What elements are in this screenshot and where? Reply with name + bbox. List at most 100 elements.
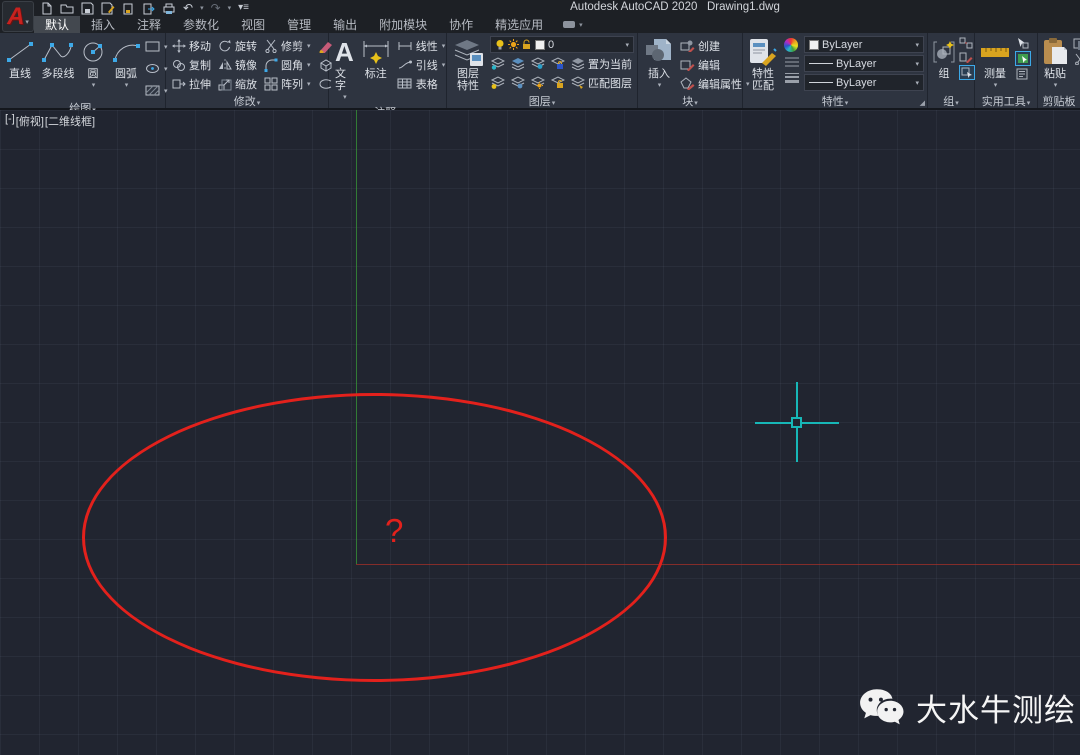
object-color-dropdown[interactable]: ByLayer ▾ bbox=[804, 36, 924, 53]
rotate-button[interactable]: 旋转 bbox=[218, 36, 257, 55]
text-button[interactable]: A 文字 bbox=[334, 36, 355, 104]
panel-label-block[interactable]: 块 bbox=[638, 93, 742, 108]
redo-dropdown-icon[interactable]: ▾ bbox=[228, 4, 232, 12]
panel-label-properties[interactable]: 特性 bbox=[743, 93, 927, 108]
rectangle-button[interactable] bbox=[145, 37, 168, 56]
layer-unlock-icon[interactable] bbox=[550, 76, 565, 89]
ribbon-display-toggle[interactable]: ▾ bbox=[554, 16, 591, 33]
edit-attributes-button[interactable]: 编辑属性 bbox=[680, 74, 750, 93]
panel-label-modify[interactable]: 修改 bbox=[166, 93, 328, 108]
panel-label-utilities[interactable]: 实用工具 bbox=[975, 93, 1037, 108]
scale-button[interactable]: 缩放 bbox=[218, 74, 257, 93]
tab-default[interactable]: 默认 bbox=[34, 16, 80, 33]
tab-output[interactable]: 输出 bbox=[322, 16, 368, 33]
dimension-button[interactable]: 标注 bbox=[359, 36, 393, 104]
save-icon[interactable] bbox=[81, 2, 94, 15]
linear-dimension-button[interactable]: 线性 bbox=[397, 36, 446, 55]
undo-icon[interactable]: ↶ bbox=[183, 2, 193, 14]
match-properties-button[interactable]: 特性 匹配 bbox=[746, 36, 780, 93]
create-block-button[interactable]: 创建 bbox=[680, 36, 750, 55]
group-button[interactable]: 组 bbox=[931, 36, 957, 93]
autocad-app-menu-button[interactable]: A ▾ bbox=[2, 1, 34, 32]
export-icon[interactable] bbox=[142, 2, 155, 15]
visual-style-control[interactable]: [二维线框] bbox=[45, 113, 95, 129]
save-as-icon[interactable] bbox=[101, 2, 115, 15]
plot-icon[interactable] bbox=[122, 2, 135, 15]
leader-button[interactable]: 引线 bbox=[397, 55, 446, 74]
array-button[interactable]: 阵列 bbox=[264, 74, 311, 93]
trim-button[interactable]: 修剪 bbox=[264, 36, 311, 55]
panel-label-groups[interactable]: 组 bbox=[928, 93, 974, 108]
leader-icon bbox=[397, 60, 413, 70]
layer-lock-icon[interactable] bbox=[550, 57, 565, 70]
table-button[interactable]: 表格 bbox=[397, 74, 446, 93]
layer-freeze-icon[interactable] bbox=[530, 57, 545, 70]
redo-icon[interactable]: ↷ bbox=[211, 2, 221, 14]
tab-addins[interactable]: 附加模块 bbox=[368, 16, 438, 33]
quick-select-icon[interactable] bbox=[1015, 51, 1031, 66]
color-swatch bbox=[535, 40, 545, 50]
layer-off-icon[interactable] bbox=[490, 57, 505, 70]
color-wheel-icon[interactable] bbox=[784, 38, 798, 52]
panel-label-layers[interactable]: 图层 bbox=[447, 93, 637, 108]
ellipse-button[interactable] bbox=[145, 59, 168, 78]
layer-thaw-icon[interactable] bbox=[510, 76, 525, 89]
tab-featured-apps[interactable]: 精选应用 bbox=[484, 16, 554, 33]
tab-annotate[interactable]: 注释 bbox=[126, 16, 172, 33]
chevron-down-icon: ▾ bbox=[579, 21, 583, 29]
match-layer-button[interactable]: 匹配图层 bbox=[570, 73, 632, 92]
tab-manage[interactable]: 管理 bbox=[276, 16, 322, 33]
fillet-button[interactable]: 圆角 bbox=[264, 55, 311, 74]
linetype-sample bbox=[809, 63, 833, 64]
tab-parametric[interactable]: 参数化 bbox=[172, 16, 230, 33]
copy-clip-icon[interactable] bbox=[1073, 38, 1080, 50]
layer-properties-button[interactable]: 图层 特性 bbox=[450, 36, 486, 93]
polyline-button[interactable]: 多段线 bbox=[39, 36, 77, 100]
paste-button[interactable]: 粘贴 bbox=[1041, 36, 1069, 93]
circle-button[interactable]: 圆 bbox=[79, 36, 107, 100]
edit-block-button[interactable]: 编辑 bbox=[680, 55, 750, 74]
qat-customize-icon[interactable]: ▾≡ bbox=[238, 2, 249, 14]
set-current-button[interactable]: 置为当前 bbox=[570, 54, 632, 73]
stretch-button[interactable]: 拉伸 bbox=[172, 74, 211, 93]
copy-button[interactable]: 复制 bbox=[172, 55, 211, 74]
line-button[interactable]: 直线 bbox=[3, 36, 37, 100]
arc-button[interactable]: 圆弧 bbox=[109, 36, 143, 100]
hatch-button[interactable] bbox=[145, 81, 168, 100]
tab-insert[interactable]: 插入 bbox=[80, 16, 126, 33]
rectangle-icon bbox=[145, 41, 160, 52]
dialog-launcher-icon[interactable]: ◢ bbox=[920, 99, 925, 107]
linetype-dropdown[interactable]: ByLayer ▾ bbox=[804, 55, 924, 72]
view-control[interactable]: [俯视] bbox=[16, 113, 44, 129]
layer-sun-icon[interactable] bbox=[530, 76, 545, 89]
mirror-button[interactable]: 镜像 bbox=[218, 55, 257, 74]
cut-clip-icon[interactable] bbox=[1073, 53, 1080, 65]
tab-view[interactable]: 视图 bbox=[230, 16, 276, 33]
layer-on-icon[interactable] bbox=[490, 76, 505, 89]
group-edit-icon[interactable] bbox=[959, 51, 973, 63]
drawing-canvas[interactable]: [-] [俯视] [二维线框] ? 大水牛测绘 bbox=[0, 110, 1080, 755]
group-selection-toggle[interactable] bbox=[959, 65, 975, 80]
tab-collaborate[interactable]: 协作 bbox=[438, 16, 484, 33]
layer-isolate-icon[interactable] bbox=[510, 57, 525, 70]
viewport-menu-control[interactable]: [-] bbox=[5, 113, 15, 129]
insert-block-button[interactable]: 插入 bbox=[643, 36, 675, 93]
print-icon[interactable] bbox=[162, 2, 176, 15]
move-icon bbox=[172, 39, 186, 53]
panel-label-clipboard[interactable]: 剪贴板 bbox=[1038, 93, 1080, 108]
lineweight-icon[interactable] bbox=[784, 72, 800, 84]
list-icon[interactable] bbox=[1015, 68, 1029, 80]
lineweight-dropdown[interactable]: ByLayer ▾ bbox=[804, 74, 924, 91]
undo-dropdown-icon[interactable]: ▾ bbox=[200, 4, 204, 12]
layer-properties-icon bbox=[451, 36, 485, 68]
layer-select-dropdown[interactable]: 0 ▾ bbox=[490, 36, 634, 53]
open-folder-icon[interactable] bbox=[60, 2, 74, 15]
new-file-icon[interactable] bbox=[40, 2, 53, 15]
point-select-icon[interactable] bbox=[1015, 37, 1029, 49]
panel-layers: 图层 特性 0 ▾ bbox=[447, 33, 638, 108]
linetype-icon[interactable] bbox=[784, 56, 800, 68]
measure-button[interactable]: 测量 bbox=[978, 36, 1012, 93]
ungroup-icon[interactable] bbox=[959, 37, 973, 49]
move-button[interactable]: 移动 bbox=[172, 36, 211, 55]
drawn-ellipse[interactable] bbox=[82, 393, 667, 682]
